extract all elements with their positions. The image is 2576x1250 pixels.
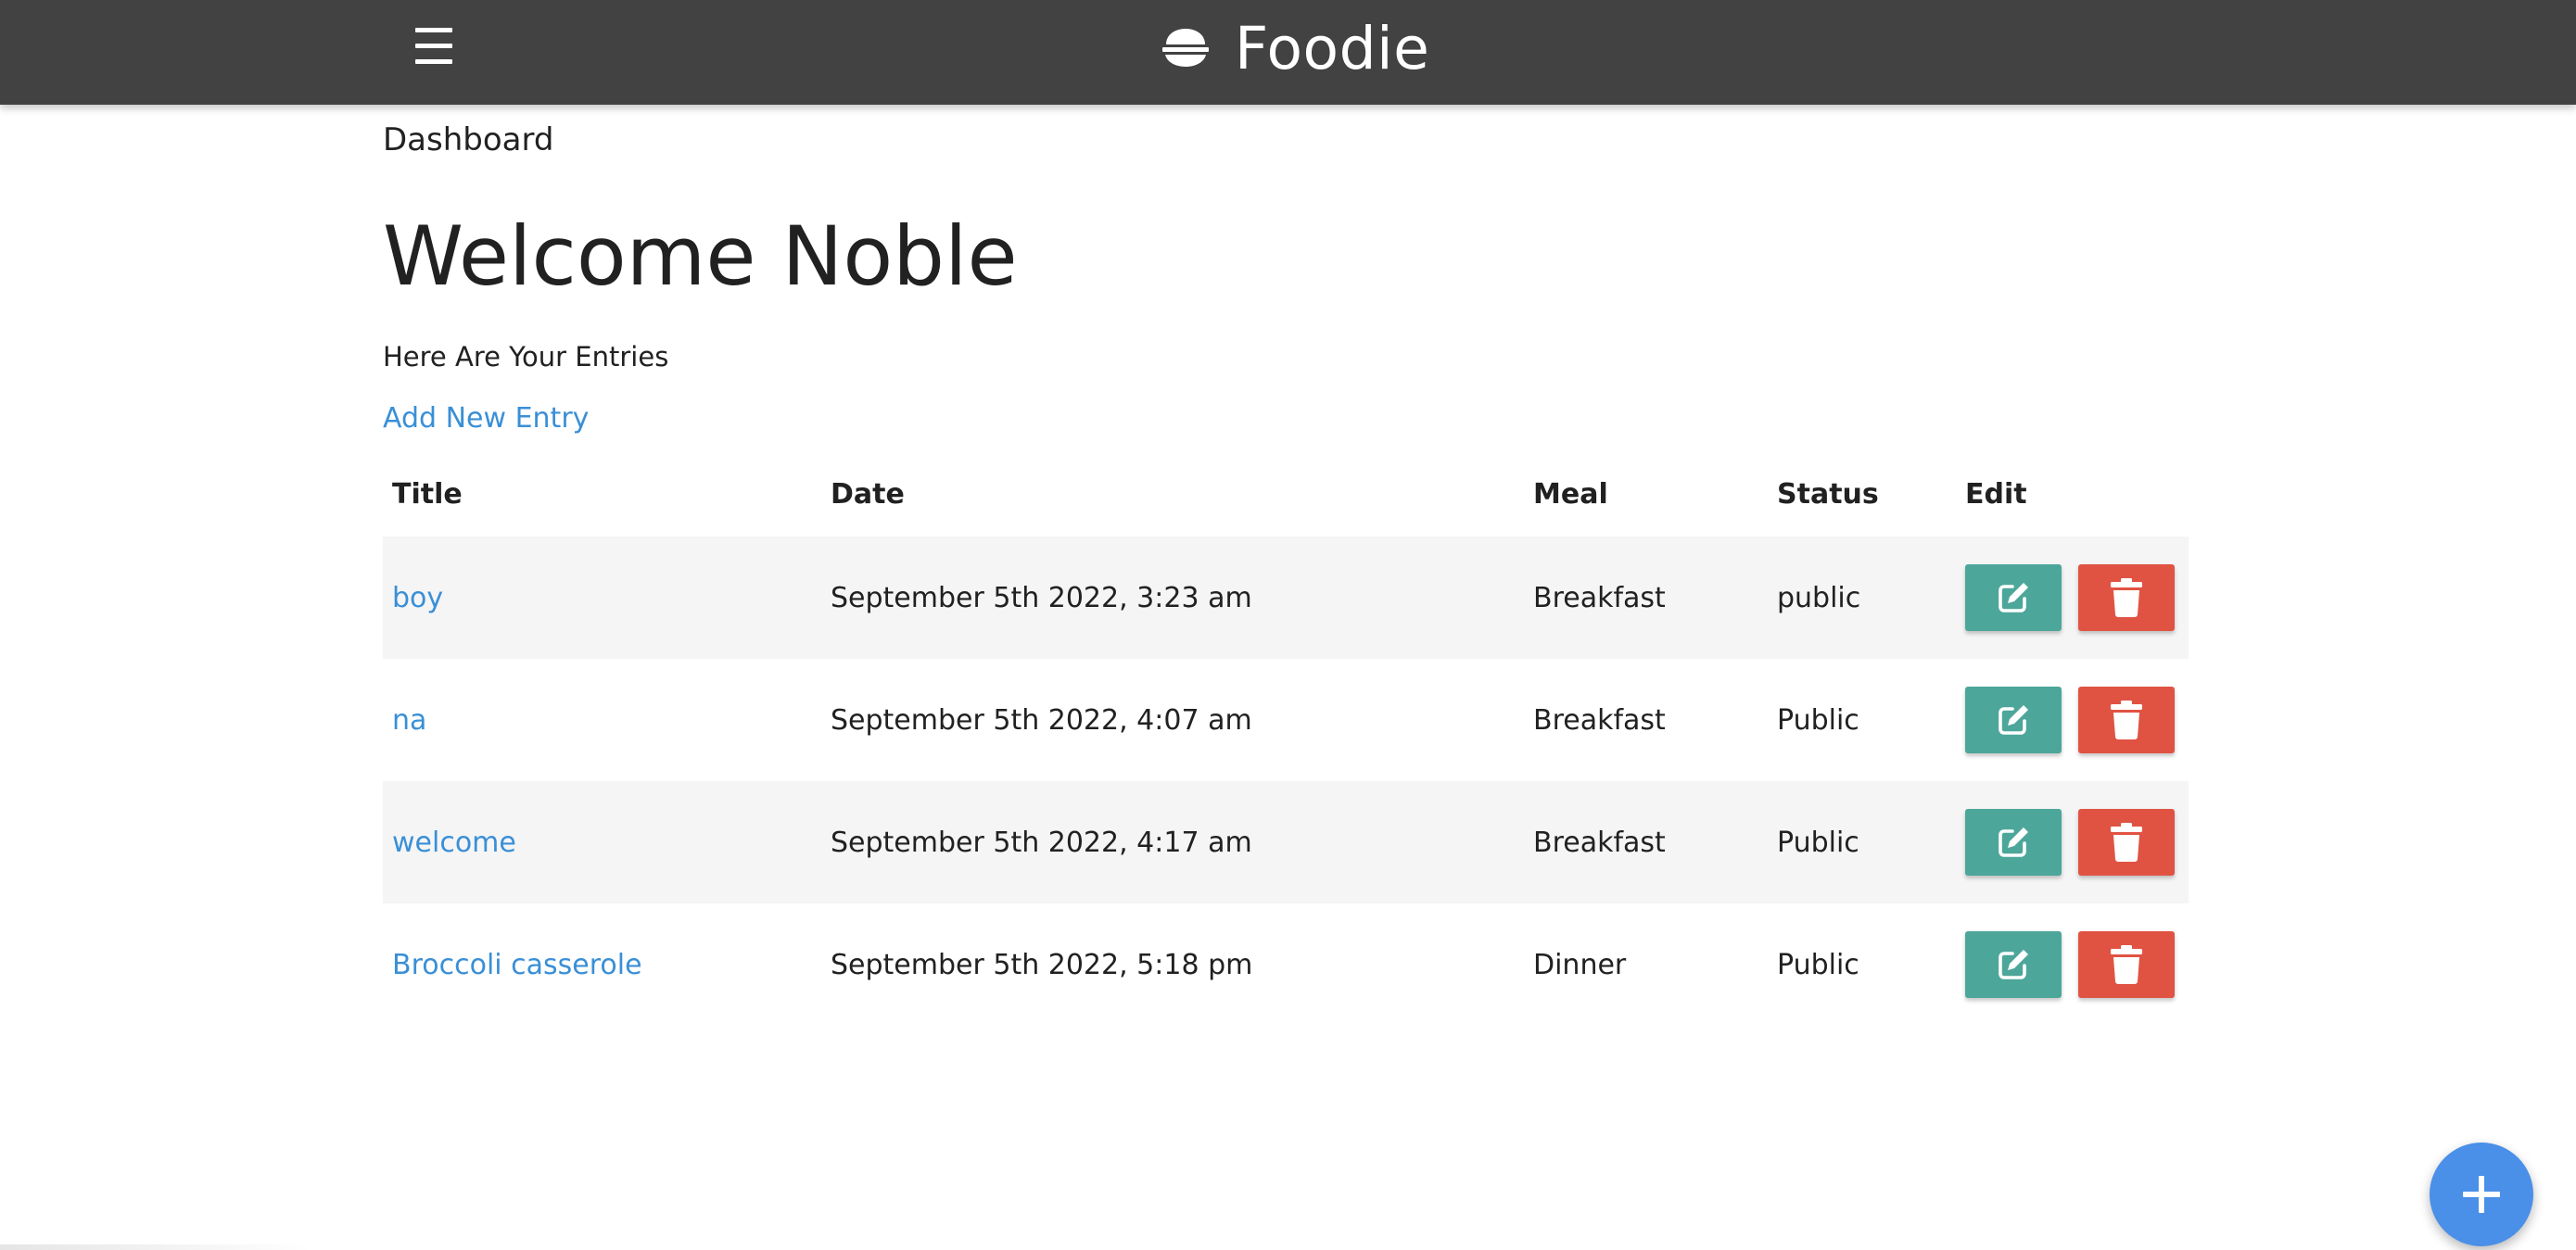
entry-date: September 5th 2022, 4:07 am	[831, 703, 1252, 737]
entry-date: September 5th 2022, 4:17 am	[831, 826, 1252, 859]
entry-title-link[interactable]: na	[392, 704, 426, 737]
table-row: boy September 5th 2022, 3:23 am Breakfas…	[383, 537, 2189, 659]
pen-to-square-icon	[1999, 950, 2028, 979]
header-meal: Meal	[1533, 477, 1608, 511]
table-header-row: Title Date Meal Status Edit	[383, 451, 2189, 537]
entry-date: September 5th 2022, 3:23 am	[831, 581, 1252, 614]
delete-button[interactable]	[2078, 809, 2175, 876]
header-title: Title	[392, 477, 463, 511]
entry-status: Public	[1777, 703, 1859, 737]
entry-meal: Breakfast	[1533, 826, 1666, 859]
top-navbar: Foodie	[0, 0, 2576, 105]
entry-title-link[interactable]: boy	[392, 582, 443, 614]
header-status: Status	[1777, 477, 1879, 511]
add-entry-fab[interactable]	[2430, 1143, 2533, 1246]
delete-button[interactable]	[2078, 564, 2175, 631]
trash-icon	[2111, 945, 2142, 984]
entries-table: Title Date Meal Status Edit boy Septembe…	[383, 451, 2189, 1026]
edit-button[interactable]	[1965, 809, 2062, 876]
plus-icon	[2463, 1176, 2500, 1213]
table-row: na September 5th 2022, 4:07 am Breakfast…	[383, 659, 2189, 781]
trash-icon	[2111, 578, 2142, 617]
breadcrumb: Dashboard	[383, 121, 554, 158]
page-title: Welcome Noble	[383, 208, 1018, 304]
entry-meal: Dinner	[1533, 948, 1627, 981]
brand-name: Foodie	[1235, 14, 1430, 82]
delete-button[interactable]	[2078, 687, 2175, 753]
delete-button[interactable]	[2078, 931, 2175, 998]
table-row: welcome September 5th 2022, 4:17 am Brea…	[383, 781, 2189, 903]
trash-icon	[2111, 823, 2142, 862]
horizontal-scroll-shadow	[0, 1244, 315, 1250]
entry-meal: Breakfast	[1533, 581, 1666, 614]
edit-button[interactable]	[1965, 564, 2062, 631]
bowl-rice-icon	[1162, 29, 1209, 67]
entry-status: Public	[1777, 948, 1859, 981]
entry-title-link[interactable]: welcome	[392, 827, 516, 859]
pen-to-square-icon	[1999, 583, 2028, 612]
add-new-entry-link[interactable]: Add New Entry	[383, 402, 589, 435]
header-date: Date	[831, 477, 905, 511]
hamburger-menu-icon[interactable]	[412, 26, 458, 67]
edit-button[interactable]	[1965, 931, 2062, 998]
trash-icon	[2111, 701, 2142, 739]
entry-title-link[interactable]: Broccoli casserole	[392, 949, 642, 981]
entry-meal: Breakfast	[1533, 703, 1666, 737]
edit-button[interactable]	[1965, 687, 2062, 753]
table-row: Broccoli casserole September 5th 2022, 5…	[383, 903, 2189, 1026]
header-edit: Edit	[1965, 477, 2027, 511]
brand-logo-link[interactable]: Foodie	[1161, 7, 1429, 89]
pen-to-square-icon	[1999, 827, 2028, 857]
entry-status: Public	[1777, 826, 1859, 859]
entry-date: September 5th 2022, 5:18 pm	[831, 948, 1253, 981]
entries-subtitle: Here Are Your Entries	[383, 341, 669, 372]
entry-status: public	[1777, 581, 1861, 614]
pen-to-square-icon	[1999, 705, 2028, 735]
